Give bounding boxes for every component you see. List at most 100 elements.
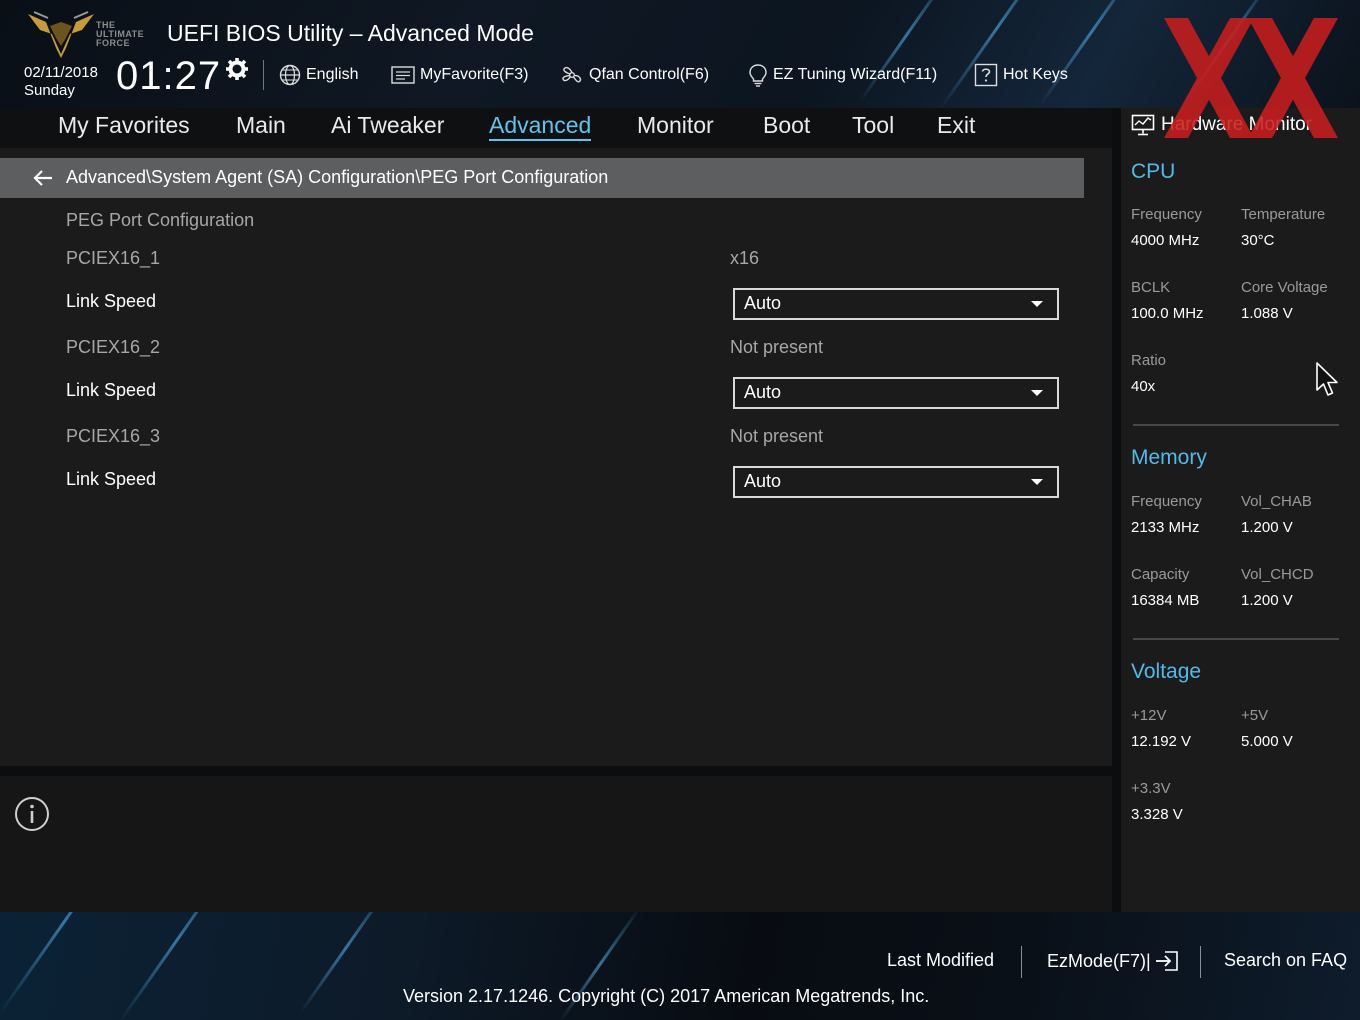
port-name: PCIEX16_3 [66,426,161,446]
help-box-icon [974,63,998,87]
tuf-logo: THE ULTIMATE FORCE [26,8,150,60]
voltage-heading: Voltage [1131,660,1202,683]
link-speed-select-pciex16-3[interactable]: Auto [733,466,1059,498]
fan-icon [562,66,582,83]
ezmode-button[interactable]: EzMode(F7)| [1047,950,1179,972]
caret-down-icon [1031,479,1043,485]
help-info-panel [0,776,1112,912]
language-label: English [306,66,359,83]
cpu-temperature-label: Temperature [1241,206,1326,223]
footer-bar: Last Modified EzMode(F7)| Search on FAQ … [0,912,1360,1020]
vol-chab-value: 1.200 V [1241,519,1293,536]
language-button[interactable]: English [279,62,358,88]
decor-streak [1038,0,1145,107]
last-modified-label: Last Modified [887,950,995,970]
select-value: Auto [744,382,782,402]
caret-down-icon [1031,390,1043,396]
vol-chab-label: Vol_CHAB [1241,493,1312,510]
decor-streak [118,912,236,1020]
hardware-monitor-header: Hardware Monitor [1131,114,1312,136]
core-voltage-label: Core Voltage [1241,279,1328,296]
ratio-label: Ratio [1131,352,1167,369]
exit-arrow-icon [1155,951,1178,971]
myfavorite-label: MyFavorite(F3) [420,66,529,83]
link-speed-select-pciex16-1[interactable]: Auto [733,288,1059,320]
select-value: Auto [744,293,782,313]
link-speed-label[interactable]: Link Speed [66,291,156,312]
vol-chcd-value: 1.200 V [1241,592,1293,609]
menu-bar: My Favorites Main Ai Tweaker Advanced Mo… [0,108,1112,148]
port-status: x16 [730,248,760,268]
tab-my-favorites[interactable]: My Favorites [58,112,190,139]
hardware-monitor-panel: Hardware Monitor CPU Frequency 4000 MHz … [1121,108,1360,912]
breadcrumb-path: Advanced\System Agent (SA) Configuration… [66,167,609,187]
qfan-control-label: Qfan Control(F6) [589,66,710,83]
decor-streak [298,912,394,1015]
qfan-control-button[interactable]: Qfan Control(F6) [560,62,709,88]
myfavorite-button[interactable]: MyFavorite(F3) [391,62,528,88]
tuf-emblem-icon [28,11,94,58]
tab-main[interactable]: Main [236,112,286,139]
settings-panel: Advanced\System Agent (SA) Configuration… [0,148,1112,766]
port-status: Not present [730,426,824,446]
version-text: Version 2.17.1246. Copyright (C) 2017 Am… [403,986,930,1006]
clock-display: 01:27 [116,54,222,98]
favorite-list-icon [391,66,415,84]
link-speed-label[interactable]: Link Speed [66,469,156,490]
v5-label: +5V [1241,707,1269,724]
mouse-cursor-icon [1316,362,1338,396]
ez-tuning-wizard-button[interactable]: EZ Tuning Wizard(F11) [748,62,937,88]
last-modified-button[interactable]: Last Modified [887,950,994,971]
gear-icon[interactable] [226,58,248,84]
v33-value: 3.328 V [1131,806,1183,823]
v33-label: +3.3V [1131,780,1171,797]
date-display: 02/11/2018 [24,64,98,81]
port-name: PCIEX16_1 [66,248,161,268]
app-title: UEFI BIOS Utility – Advanced Mode [167,20,534,46]
caret-down-icon [1031,301,1043,307]
breadcrumb: Advanced\System Agent (SA) Configuration… [0,158,1084,198]
decor-streak [0,912,128,1015]
vol-chcd-label: Vol_CHCD [1241,566,1314,583]
section-divider [1133,424,1339,426]
select-value: Auto [744,471,782,491]
capacity-label: Capacity [1131,566,1190,583]
tab-boot[interactable]: Boot [763,112,810,139]
memory-heading: Memory [1131,446,1207,469]
memory-frequency-value: 2133 MHz [1131,519,1200,536]
v12-value: 12.192 V [1131,733,1192,750]
tab-tool[interactable]: Tool [852,112,894,139]
capacity-value: 16384 MB [1131,592,1200,609]
back-arrow-icon[interactable] [32,168,54,192]
ezmode-label: EzMode(F7)| [1047,950,1151,971]
lightbulb-icon [749,64,767,87]
ez-tuning-wizard-label: EZ Tuning Wizard(F11) [773,66,938,83]
tab-monitor[interactable]: Monitor [637,112,714,139]
cpu-heading: CPU [1131,160,1176,183]
cpu-frequency-label: Frequency [1131,206,1202,223]
decor-streak [938,0,1056,108]
v12-label: +12V [1131,707,1167,724]
memory-frequency-label: Frequency [1131,493,1202,510]
link-speed-label[interactable]: Link Speed [66,380,156,401]
tab-advanced[interactable]: Advanced [489,112,592,141]
port-name: PCIEX16_2 [66,337,161,357]
footer-divider [1021,946,1022,978]
header-bar: THE ULTIMATE FORCE UEFI BIOS Utility – A… [0,0,1360,108]
port-status: Not present [730,337,824,357]
tab-exit[interactable]: Exit [937,112,975,139]
tab-ai-tweaker[interactable]: Ai Tweaker [331,112,444,139]
hot-keys-label: Hot Keys [1003,66,1068,83]
search-faq-label: Search on FAQ [1224,950,1348,970]
footer-divider [1200,946,1201,978]
info-icon [14,796,50,836]
globe-icon [279,64,301,86]
day-display: Sunday [24,82,75,99]
section-title: PEG Port Configuration [66,210,255,230]
bclk-value: 100.0 MHz [1131,305,1204,322]
decor-streak [1178,0,1274,108]
hot-keys-button[interactable]: Hot Keys [974,62,1068,88]
cpu-temperature-value: 30°C [1241,232,1275,249]
search-faq-button[interactable]: Search on FAQ [1224,950,1347,971]
link-speed-select-pciex16-2[interactable]: Auto [733,377,1059,409]
